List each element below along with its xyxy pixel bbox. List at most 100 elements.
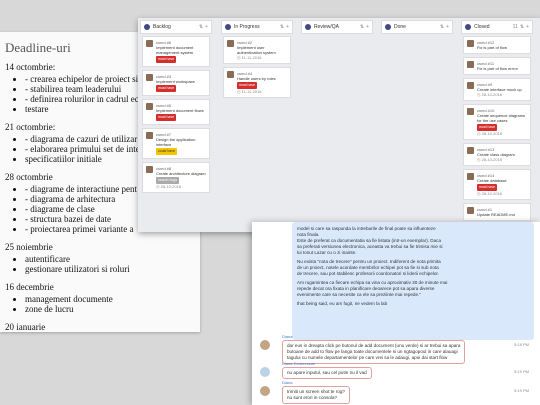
board-column-in-progress: In Progress ⇅ + csmd #2 Implement user authe… xyxy=(221,20,293,232)
message-bubble: trimiti un screen shot te rog? nu sunt er… xyxy=(282,386,350,404)
chat-text-line: lui Ionut Lazar cu o zi inainte. xyxy=(297,250,357,255)
column-header[interactable]: Review/QA ⇅ + xyxy=(301,20,373,34)
issue-card[interactable]: csmd #6 Implement document management sys… xyxy=(142,36,210,67)
column-title: Backlog xyxy=(153,24,171,30)
issue-card[interactable]: csmd #13 Create class diagram ◷ 28-10-2016 xyxy=(463,143,531,166)
issue-card[interactable]: csmd #7 Design the application interface c… xyxy=(142,128,210,159)
issue-title: Implement user authentication system xyxy=(237,45,276,55)
issue-title: Implement workspace xyxy=(156,79,195,84)
chat-text-line: that being said, eu am fugit, ne vedem l… xyxy=(297,301,388,306)
issue-title: Create architecture diagram xyxy=(156,171,206,176)
assignee-avatar xyxy=(146,166,153,173)
sender-name[interactable]: Diana Cedoreczan xyxy=(282,361,315,366)
column-header[interactable]: Backlog ⇅ + xyxy=(140,20,212,34)
deadline-item: management documente xyxy=(25,294,200,304)
add-icon[interactable]: + xyxy=(366,24,369,30)
issue-title: Fix is part of flow xyxy=(477,45,508,50)
sort-icon[interactable]: ⇅ xyxy=(280,24,284,30)
assignee-avatar xyxy=(467,61,474,68)
assignee-avatar xyxy=(467,207,474,214)
issue-card[interactable]: csmd #11 Fix is part of flow errror xyxy=(463,57,531,75)
chat-text-line: de trecere, sau pot stabilesc profesorii… xyxy=(297,271,439,276)
column-title: In Progress xyxy=(234,24,260,30)
deadline-date: 20 ianuarie xyxy=(5,322,46,332)
message-text: nu apare inputul, sau cel putin nu il va… xyxy=(287,370,367,375)
sender-name[interactable]: Diana xyxy=(282,380,292,385)
column-header[interactable]: Done ⇅ + xyxy=(381,20,453,34)
issue-label[interactable]: could have xyxy=(156,148,177,155)
due-date: ◷ 28-10-2016 xyxy=(477,191,503,196)
add-icon[interactable]: + xyxy=(286,24,289,30)
column-status-icon xyxy=(225,24,231,30)
due-date: ◷ 28-10-2016 xyxy=(477,92,503,97)
issue-label[interactable]: must have xyxy=(237,82,258,89)
message-time: 5:19 PM xyxy=(514,388,529,393)
issue-card[interactable]: csmd #2 Implement user authentication sys… xyxy=(223,36,291,64)
issue-label[interactable]: must have xyxy=(477,184,498,191)
issue-title: Fix is part of flow errror xyxy=(477,66,518,71)
assignee-avatar xyxy=(146,103,153,110)
sort-icon[interactable]: ⇅ xyxy=(199,24,203,30)
add-icon[interactable]: + xyxy=(446,24,449,30)
issue-title: Create sequence diagrams for the use cas… xyxy=(477,113,526,123)
sort-icon[interactable]: ⇅ xyxy=(520,24,524,30)
issue-label[interactable]: must have xyxy=(156,56,177,63)
issue-label[interactable]: must have xyxy=(156,85,177,92)
add-icon[interactable]: + xyxy=(205,24,208,30)
assignee-avatar xyxy=(467,147,474,154)
message-time: 5:19 PM xyxy=(514,369,529,374)
issue-title: Design the application interface xyxy=(156,137,196,147)
issue-card[interactable]: csmd #1 Update README.md xyxy=(463,203,531,221)
sender-name[interactable]: Diana xyxy=(282,334,292,339)
chat-message-long: model si care sa raspunda la intrebarile… xyxy=(292,222,534,340)
due-date: ◷ 28-10-2016 xyxy=(477,157,503,162)
issue-label[interactable]: must have xyxy=(156,114,177,121)
issue-card[interactable]: csmd #5 Implement document flows must have xyxy=(142,99,210,125)
issue-title: Handle users by roles xyxy=(237,76,276,81)
add-icon[interactable]: + xyxy=(526,24,529,30)
column-header[interactable]: In Progress ⇅ + xyxy=(221,20,293,34)
issue-card[interactable]: csmd #8 Create architecture diagram search… xyxy=(142,162,210,193)
sort-icon[interactable]: ⇅ xyxy=(440,24,444,30)
assignee-avatar xyxy=(146,74,153,81)
board-column-review-qa: Review/QA ⇅ + xyxy=(301,20,373,232)
issue-title: Implement document management system xyxy=(156,45,194,55)
issue-count: 11 xyxy=(512,24,518,30)
avatar[interactable] xyxy=(260,367,270,377)
issue-card[interactable]: csmd #3 Implement workspace must have xyxy=(142,70,210,96)
due-date: ◷ 11-11-2016 xyxy=(237,55,262,60)
issue-card[interactable]: csmd #4 Handle users by roles must have ◷ 1… xyxy=(223,67,291,98)
assignee-avatar xyxy=(467,173,474,180)
deadline-section: 16 decembrie management documentezone de … xyxy=(5,282,200,314)
issue-label[interactable]: search bugs xyxy=(156,177,180,184)
column-status-icon xyxy=(144,24,150,30)
column-title: Done xyxy=(394,24,406,30)
issue-card[interactable]: csmd #9 Create interface mock up ◷ 28-10-2… xyxy=(463,78,531,101)
avatar[interactable] xyxy=(260,386,270,396)
avatar[interactable] xyxy=(260,340,270,350)
issue-card[interactable]: csmd #10 Create sequence diagrams for the… xyxy=(463,104,531,140)
chat-text-line: evenimente care sa necesite ca ele sa pr… xyxy=(297,292,421,297)
column-header[interactable]: Closed 11 ⇅ + xyxy=(461,20,533,34)
column-status-icon xyxy=(305,24,311,30)
due-date: ◷ 28-10-2016 xyxy=(477,131,503,136)
message-text: nu sunt erori in consola? xyxy=(287,395,338,400)
column-status-icon xyxy=(465,24,471,30)
board-column-backlog: Backlog ⇅ + csmd #6 Implement document manag… xyxy=(140,20,212,232)
issue-card[interactable]: csmd #12 Fix is part of flow xyxy=(463,36,531,54)
deadline-item: autentificare xyxy=(25,254,200,264)
assignee-avatar xyxy=(227,40,234,47)
issue-label[interactable]: must have xyxy=(477,124,498,131)
assignee-avatar xyxy=(146,40,153,47)
due-date: ◷ 28-10-2016 xyxy=(156,184,182,189)
board-column-done: Done ⇅ + xyxy=(381,20,453,232)
assignee-avatar xyxy=(227,71,234,78)
column-status-icon xyxy=(385,24,391,30)
column-title: Review/QA xyxy=(314,24,340,30)
kanban-board: Backlog ⇅ + csmd #6 Implement document manag… xyxy=(138,18,540,232)
issue-card[interactable]: csmd #14 Create database must have ◷ 28-10-… xyxy=(463,169,531,200)
message-time: 5:18 PM xyxy=(514,342,529,347)
issue-title: Create database xyxy=(477,178,507,183)
sort-icon[interactable]: ⇅ xyxy=(360,24,364,30)
issue-title: Update README.md xyxy=(477,212,515,217)
